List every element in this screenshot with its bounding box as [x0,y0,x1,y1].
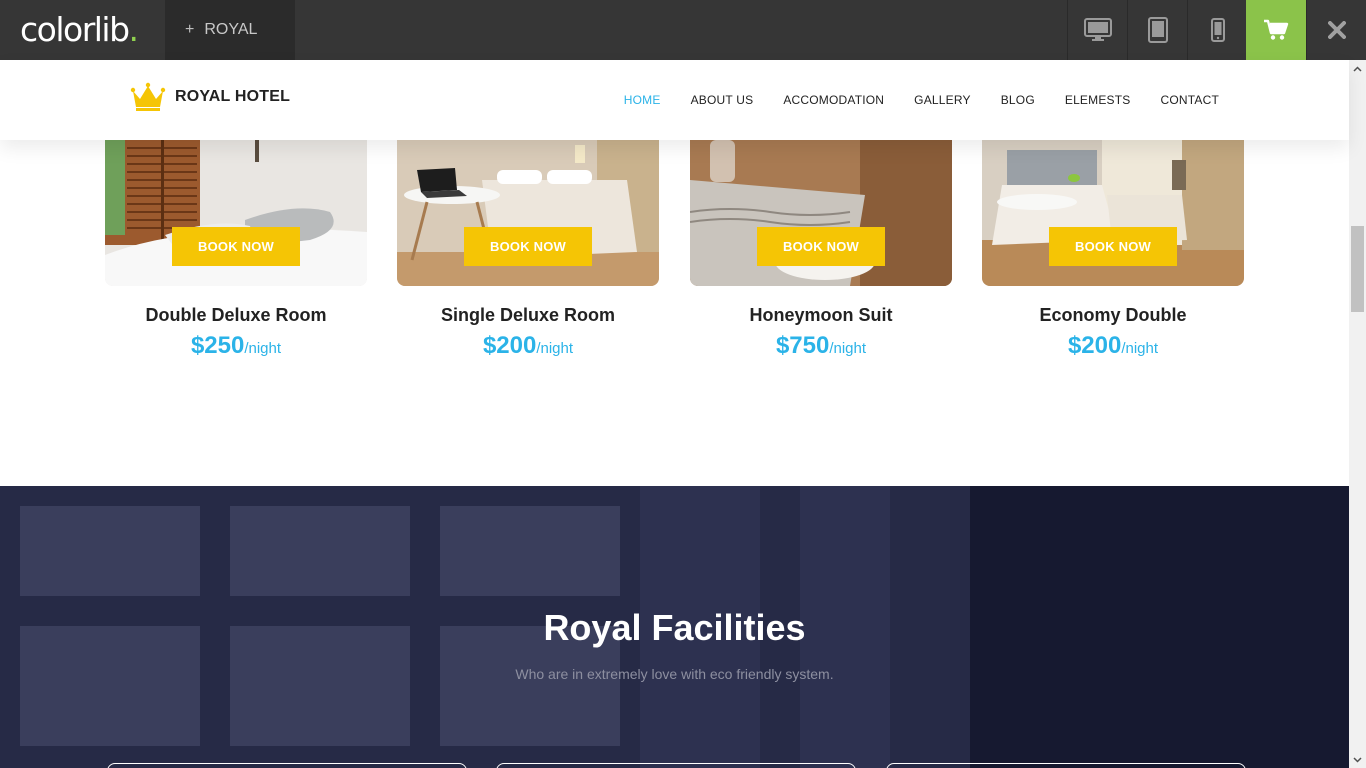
site-header: ROYAL HOTEL HOME ABOUT US ACCOMODATION G… [0,60,1349,140]
room-image[interactable]: BOOK NOW [105,140,367,286]
chevron-down-icon [1353,756,1362,763]
desktop-view-button[interactable] [1067,0,1127,60]
room-price: $250/night [105,332,367,360]
room-image[interactable]: BOOK NOW [690,140,952,286]
price-amount: $200 [1067,332,1122,359]
room-name[interactable]: Economy Double [982,305,1244,326]
theme-tab-label: ROYAL [204,21,258,38]
room-card: BOOK NOW Honeymoon Suit $750/night [690,140,952,360]
brand-name: ROYAL HOTEL [175,88,291,105]
mobile-icon [1210,18,1225,42]
room-card: BOOK NOW Double Deluxe Room $250/night [105,140,367,360]
price-unit: /night [536,340,574,357]
room-price: $200/night [397,332,659,360]
book-now-button[interactable]: BOOK NOW [1049,227,1177,266]
plus-icon: + [185,21,195,38]
desktop-icon [1083,18,1112,41]
room-name[interactable]: Double Deluxe Room [105,305,367,326]
theme-tab[interactable]: + ROYAL [165,0,295,60]
price-amount: $750 [775,332,830,359]
nav-home[interactable]: HOME [624,93,661,107]
room-name[interactable]: Single Deluxe Room [397,305,659,326]
room-card: BOOK NOW Single Deluxe Room $200/night [397,140,659,360]
page-scrollbar[interactable] [1349,60,1366,768]
mobile-view-button[interactable] [1187,0,1247,60]
facilities-title: Royal Facilities [543,607,806,648]
colorlib-toolbar: colorlib. + ROYAL [0,0,1366,60]
price-unit: /night [244,340,282,357]
nav-elements[interactable]: ELEMESTS [1065,93,1131,107]
price-amount: $200 [482,332,537,359]
chevron-up-icon [1353,65,1362,72]
scroll-down-button[interactable] [1349,751,1366,768]
main-nav: HOME ABOUT US ACCOMODATION GALLERY BLOG … [594,60,1219,140]
facilities-subtitle: Who are in extremely love with eco frien… [515,666,834,682]
nav-accomodation[interactable]: ACCOMODATION [783,93,884,107]
cart-icon [1264,19,1289,40]
facilities-section: Royal Facilities Who are in extremely lo… [0,486,1349,768]
price-amount: $250 [190,332,245,359]
room-image[interactable]: BOOK NOW [397,140,659,286]
crown-icon [130,82,166,111]
price-unit: /night [1121,340,1159,357]
nav-blog[interactable]: BLOG [1001,93,1035,107]
facility-card[interactable] [107,763,467,768]
buy-button[interactable] [1246,0,1306,60]
price-unit: /night [829,340,867,357]
colorlib-logo-dot: . [128,10,140,49]
book-now-button[interactable]: BOOK NOW [464,227,592,266]
room-card: BOOK NOW Economy Double $200/night [982,140,1244,360]
scroll-up-button[interactable] [1349,60,1366,77]
nav-gallery[interactable]: GALLERY [914,93,971,107]
facility-card[interactable] [496,763,856,768]
scrollbar-thumb[interactable] [1351,226,1364,312]
colorlib-logo[interactable]: colorlib. [20,10,140,50]
colorlib-logo-text: colorlib [20,10,130,49]
close-preview-button[interactable] [1306,0,1366,60]
tablet-view-button[interactable] [1127,0,1187,60]
brand-logo[interactable]: ROYAL HOTEL [130,82,290,112]
room-name[interactable]: Honeymoon Suit [690,305,952,326]
nav-about-us[interactable]: ABOUT US [691,93,754,107]
room-price: $750/night [690,332,952,360]
nav-contact[interactable]: CONTACT [1160,93,1219,107]
tablet-icon [1147,17,1168,43]
room-price: $200/night [982,332,1244,360]
facility-card[interactable] [886,763,1246,768]
book-now-button[interactable]: BOOK NOW [757,227,885,266]
room-image[interactable]: BOOK NOW [982,140,1244,286]
close-icon [1327,21,1346,39]
book-now-button[interactable]: BOOK NOW [172,227,300,266]
